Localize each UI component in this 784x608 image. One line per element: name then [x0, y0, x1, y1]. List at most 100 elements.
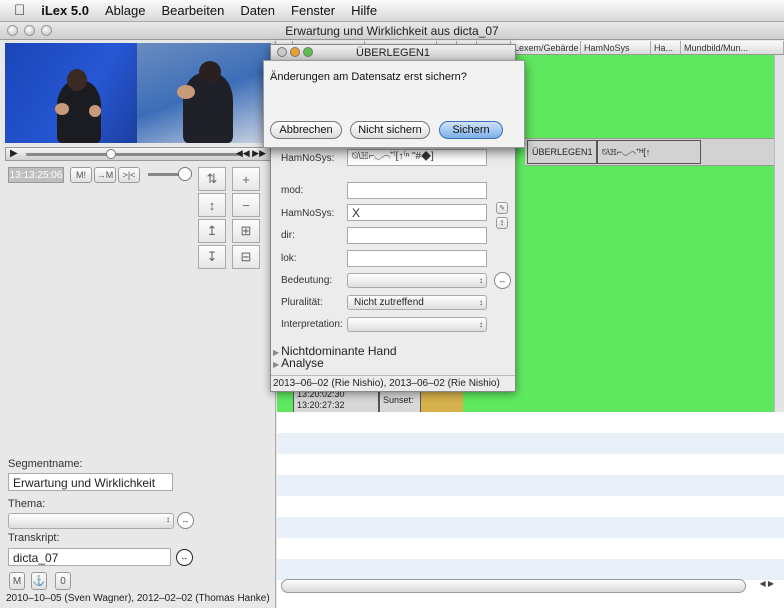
- empty-rows: [277, 412, 784, 592]
- inspector-title: ÜBERLEGEN1: [356, 46, 430, 59]
- hamnosys-top-label: HamNoSys:: [281, 153, 335, 164]
- dir-field[interactable]: [347, 227, 487, 244]
- pluralitaet-label: Pluralität:: [281, 297, 323, 308]
- hamnosys-top-field[interactable]: ⍉\ℍ⌐◡⌒⁺⁽[↑⁽ⁿ ⁼#◆]: [347, 149, 487, 166]
- interpretation-select[interactable]: ↕: [347, 317, 487, 332]
- hamnosys-edit-icon[interactable]: ✎: [496, 202, 508, 214]
- volume-knob[interactable]: [178, 167, 192, 181]
- dont-save-button[interactable]: Nicht sichern: [350, 121, 430, 139]
- bedeutung-link-icon[interactable]: ↔: [494, 272, 511, 289]
- menu-bearbeiten[interactable]: Bearbeiten: [161, 3, 224, 18]
- bedeutung-select[interactable]: ↕: [347, 273, 487, 288]
- scrub-track[interactable]: [26, 153, 240, 156]
- mod-label: mod:: [281, 185, 304, 196]
- zero-button[interactable]: 0: [55, 572, 71, 590]
- lexem-cell[interactable]: ÜBERLEGEN1: [527, 140, 597, 164]
- save-button[interactable]: Sichern: [439, 121, 503, 139]
- to-mark-button[interactable]: →M: [94, 167, 116, 183]
- window-titlebar: Erwartung und Wirklichkeit aus dicta_07: [0, 22, 784, 40]
- hamnosys-label: HamNoSys:: [281, 208, 335, 219]
- timecode-display: 13:13:25:06: [8, 167, 64, 183]
- dir-label: dir:: [281, 230, 295, 241]
- inspector-footer: 2013–06–02 (Rie Nishio), 2013–06–02 (Rie…: [271, 375, 515, 391]
- column-header-hamnosys[interactable]: HamNoSys: [581, 41, 651, 54]
- thema-select[interactable]: ↕: [8, 513, 174, 529]
- apple-icon[interactable]: : [14, 2, 25, 19]
- menubar:  iLex 5.0 Ablage Bearbeiten Daten Fenst…: [0, 0, 784, 22]
- scroll-arrows-icon[interactable]: ◀ ▶: [759, 579, 774, 588]
- menu-ablage[interactable]: Ablage: [105, 3, 145, 18]
- tool-shift-down-icon[interactable]: ↧: [198, 245, 226, 269]
- video-scrubber[interactable]: ▶ ◀◀ ▶▶: [5, 147, 271, 161]
- transkript-link-icon[interactable]: ↔: [176, 549, 193, 566]
- chevron-updown-icon: ↕: [166, 515, 170, 524]
- tool-shift-up-icon[interactable]: ↥: [198, 219, 226, 243]
- section-title: Analyse: [281, 356, 324, 370]
- column-header-ha[interactable]: Ha...: [651, 41, 681, 54]
- signer-top-body: [183, 73, 233, 143]
- end-time: 13:20:27:32: [297, 400, 345, 410]
- pluralitaet-value: Nicht zutreffend: [354, 297, 424, 308]
- inspector-zoom-button[interactable]: [303, 47, 313, 57]
- inspector-minimize-button[interactable]: [290, 47, 300, 57]
- inspector-controls: [277, 47, 313, 57]
- trim-button[interactable]: >|<: [118, 167, 140, 183]
- menu-app-name[interactable]: iLex 5.0: [41, 3, 89, 18]
- video-top-view: [137, 43, 271, 143]
- hamnosys-copy-icon[interactable]: ⇪: [496, 217, 508, 229]
- interpretation-label: Interpretation:: [281, 319, 343, 330]
- chevron-updown-icon: ↕: [479, 320, 483, 329]
- inspector-close-button[interactable]: [277, 47, 287, 57]
- horizontal-scrollbar[interactable]: [281, 579, 746, 593]
- thema-label: Thema:: [8, 498, 46, 510]
- signer-head: [67, 69, 87, 91]
- cancel-button[interactable]: Abbrechen: [270, 121, 342, 139]
- tool-move-down-icon[interactable]: ↕: [198, 193, 226, 217]
- thema-link-icon[interactable]: ↔: [177, 512, 194, 529]
- signer-top-head: [199, 61, 221, 83]
- remove-icon[interactable]: −: [232, 193, 260, 217]
- step-icon[interactable]: ◀◀ ▶▶: [236, 148, 266, 159]
- left-footer-text: 2010–10–05 (Sven Wagner), 2012–02–02 (Th…: [6, 593, 270, 604]
- hamnosys-field[interactable]: X: [347, 204, 487, 221]
- column-header-mundbild[interactable]: Mundbild/Mun...: [681, 41, 784, 54]
- mod-field[interactable]: [347, 182, 487, 199]
- minimize-window-button[interactable]: [24, 25, 35, 36]
- transkript-label: Transkript:: [8, 532, 60, 544]
- disclosure-triangle-icon: ▶: [273, 360, 280, 369]
- hamnosys-cell[interactable]: ⍉\ℍ⌐◡⌒⁺ᴴ[↑: [597, 140, 701, 164]
- signer-hand-left: [55, 103, 69, 115]
- analyse-section[interactable]: ▶ Analyse: [273, 356, 324, 370]
- bedeutung-label: Bedeutung:: [281, 275, 333, 286]
- inspector-titlebar: ÜBERLEGEN1: [271, 45, 515, 61]
- tool-frame-down-icon[interactable]: ⊟: [232, 245, 260, 269]
- tool-move-up-icon[interactable]: ⇅: [198, 167, 226, 191]
- anchor-icon[interactable]: ⚓: [31, 572, 47, 590]
- alert-message: Änderungen am Datensatz erst sichern?: [270, 71, 467, 83]
- transkript-field[interactable]: dicta_07: [8, 548, 171, 566]
- column-header-lexem[interactable]: Lexem/Gebärde: [511, 41, 581, 54]
- menu-daten[interactable]: Daten: [240, 3, 275, 18]
- play-icon[interactable]: ▶: [10, 148, 18, 159]
- menu-hilfe[interactable]: Hilfe: [351, 3, 377, 18]
- window-title: Erwartung und Wirklichkeit aus dicta_07: [285, 23, 499, 38]
- mark-button[interactable]: M!: [70, 167, 92, 183]
- chevron-updown-icon: ↕: [479, 298, 483, 307]
- zoom-window-button[interactable]: [41, 25, 52, 36]
- m-button[interactable]: M: [9, 572, 25, 590]
- lok-field[interactable]: [347, 250, 487, 267]
- scrub-knob[interactable]: [106, 149, 116, 159]
- segmentname-field[interactable]: Erwartung und Wirklichkeit: [8, 473, 173, 491]
- add-icon[interactable]: +: [232, 167, 260, 191]
- chevron-updown-icon: ↕: [479, 276, 483, 285]
- vertical-scrollbar[interactable]: [774, 55, 784, 412]
- signer-hand-right: [89, 105, 101, 117]
- close-window-button[interactable]: [7, 25, 18, 36]
- video-player[interactable]: [5, 43, 271, 143]
- signer-top-hand: [177, 85, 195, 99]
- pluralitaet-select[interactable]: Nicht zutreffend ↕: [347, 295, 487, 310]
- segmentname-label: Segmentname:: [8, 458, 83, 470]
- left-panel: ▶ ◀◀ ▶▶ 13:13:25:06 M! →M >|< ⇅ + ↕ − ↥ …: [0, 41, 276, 608]
- menu-fenster[interactable]: Fenster: [291, 3, 335, 18]
- tool-frame-up-icon[interactable]: ⊞: [232, 219, 260, 243]
